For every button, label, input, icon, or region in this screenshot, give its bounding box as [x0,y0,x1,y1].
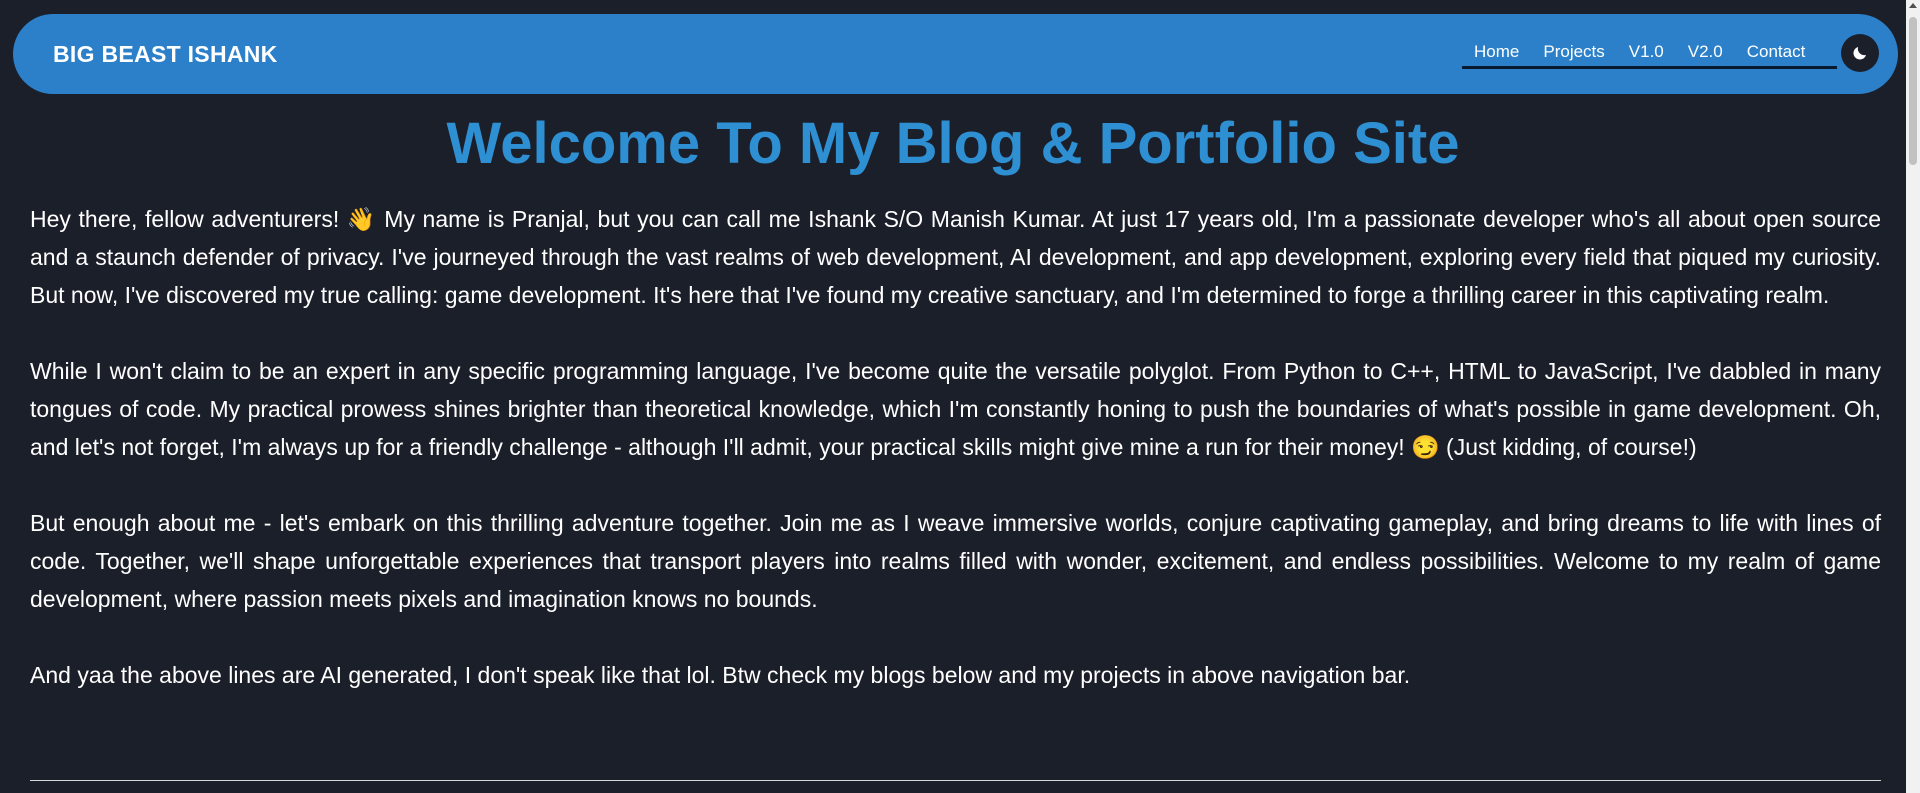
moon-icon [1853,47,1866,60]
scroll-up-icon[interactable] [1909,3,1917,8]
nav-link-home[interactable]: Home [1462,27,1531,69]
nav-link-projects[interactable]: Projects [1531,27,1616,69]
navbar: BIG BEAST ISHANK Home Projects V1.0 V2.0… [13,14,1898,94]
intro-paragraph: Hey there, fellow adventurers! 👋 My name… [30,206,1881,308]
nav-link-v1[interactable]: V1.0 [1617,27,1676,69]
intro-paragraph: While I won't claim to be an expert in a… [30,358,1881,460]
site-brand[interactable]: BIG BEAST ISHANK [53,41,278,68]
nav-links: Home Projects V1.0 V2.0 Contact [1462,42,1817,84]
intro-content: Hey there, fellow adventurers! 👋 My name… [30,200,1881,732]
section-divider [30,780,1881,781]
page-headline: Welcome To My Blog & Portfolio Site [446,111,1460,176]
page: BIG BEAST ISHANK Home Projects V1.0 V2.0… [0,0,1906,793]
scrollbar-thumb[interactable] [1909,17,1917,165]
nav-link-contact[interactable]: Contact [1735,27,1818,69]
intro-paragraph: And yaa the above lines are AI generated… [30,662,1411,688]
nav-link-v2[interactable]: V2.0 [1676,27,1735,69]
intro-paragraph: But enough about me - let's embark on th… [30,510,1881,612]
page-scrollbar[interactable] [1906,0,1920,793]
nav-underline [1462,66,1837,69]
theme-toggle-button[interactable] [1841,34,1879,72]
